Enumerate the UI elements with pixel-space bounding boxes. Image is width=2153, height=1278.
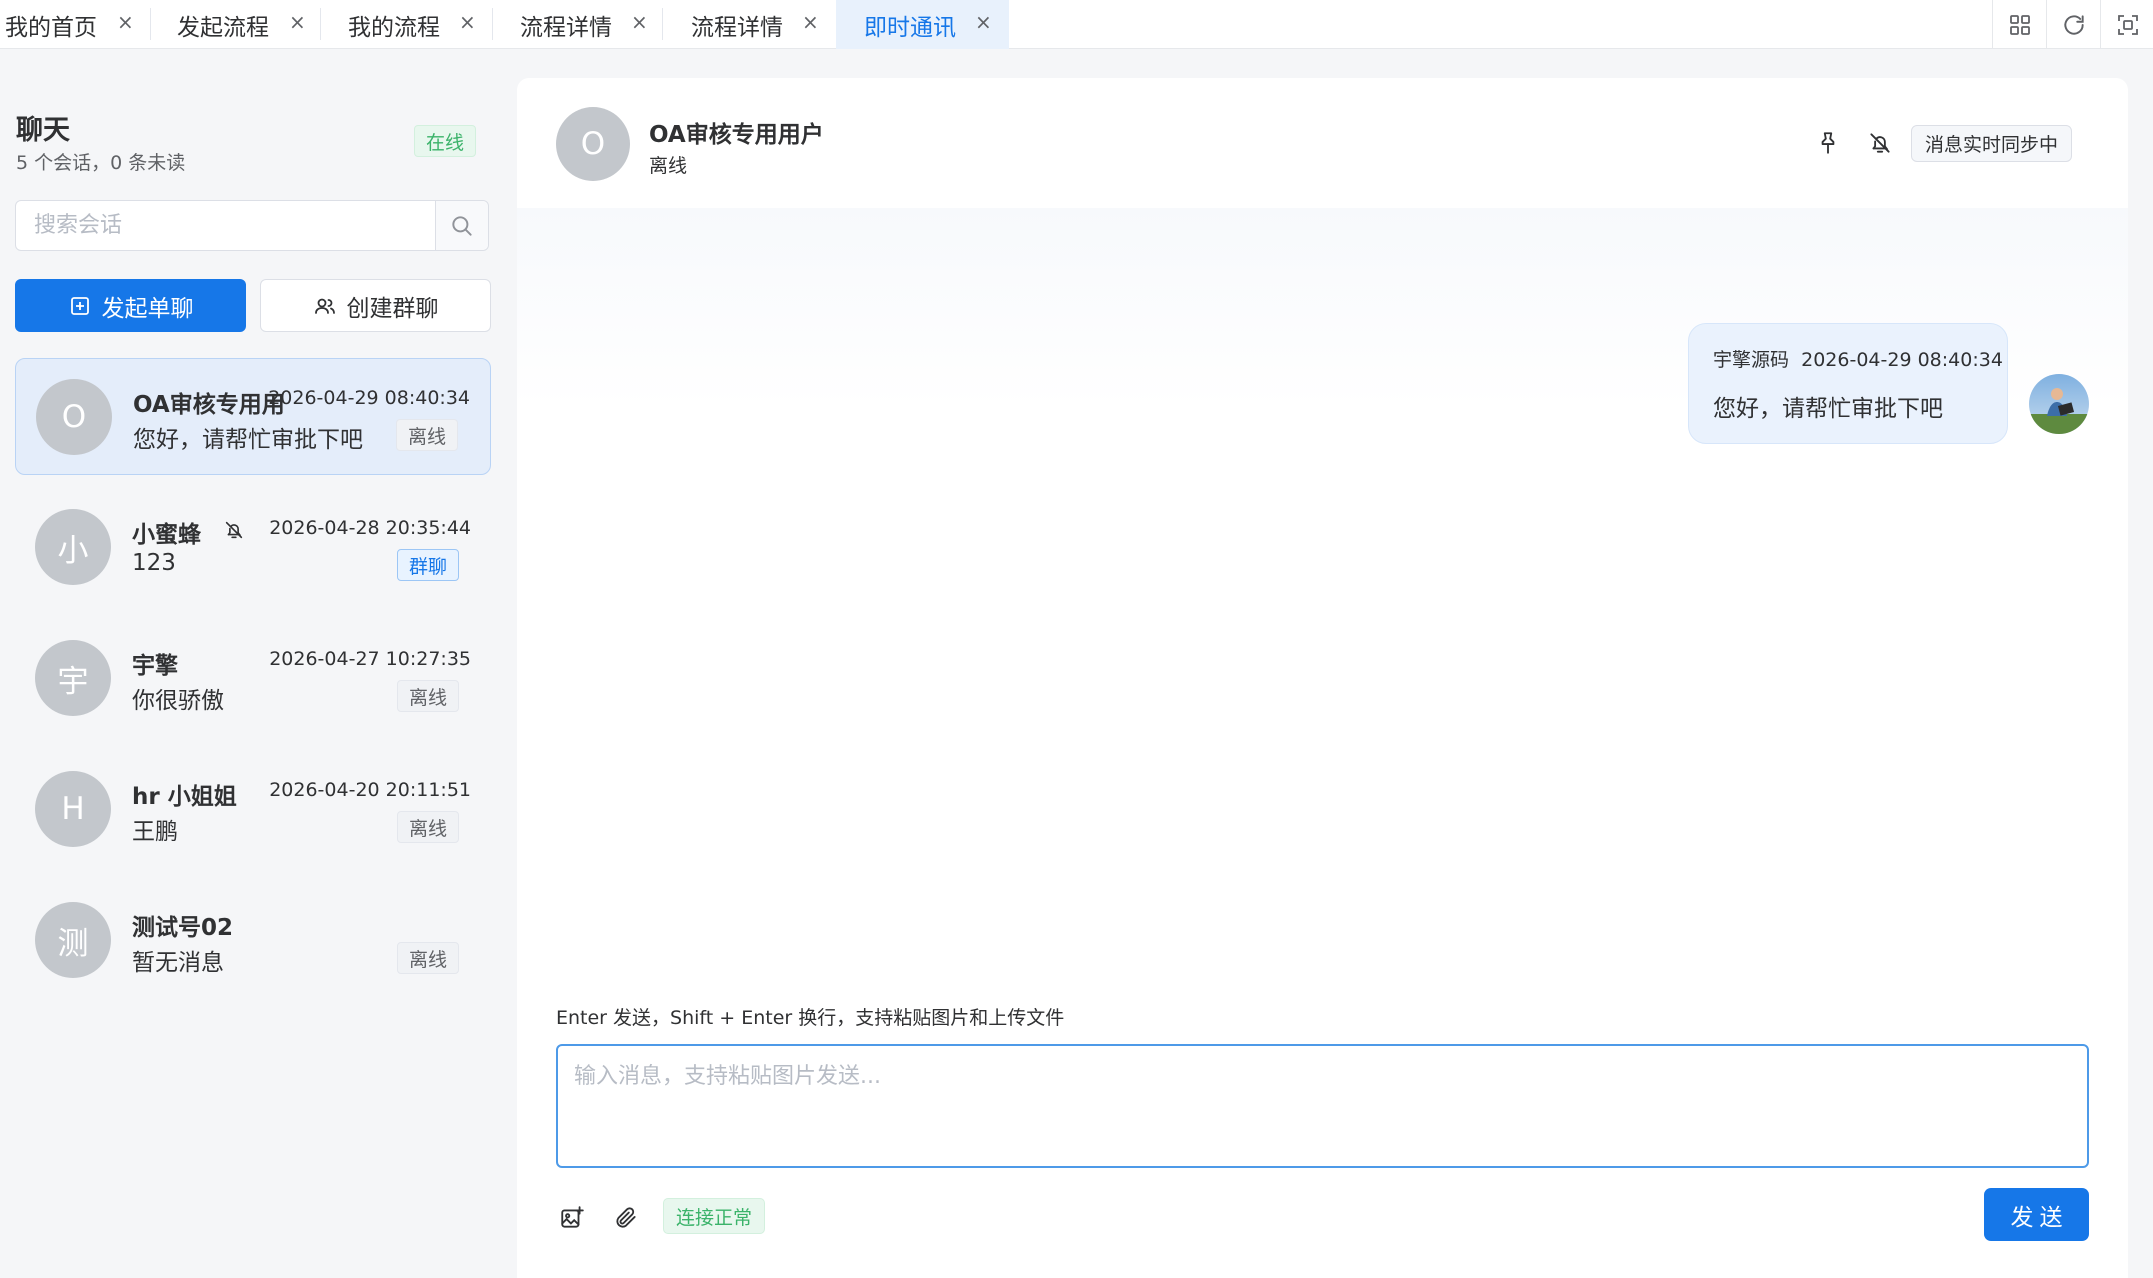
status-badge: 离线 xyxy=(396,680,459,712)
message-list[interactable]: 宇擎源码 2026-04-29 08:40:34 您好，请帮忙审批下吧 xyxy=(517,208,2128,1048)
tab-process-detail-1[interactable]: 流程详情 × xyxy=(492,0,662,49)
start-single-chat-label: 发起单聊 xyxy=(101,295,194,322)
image-icon xyxy=(561,1206,584,1228)
message-input[interactable] xyxy=(558,1046,2087,1166)
tab-label: 发起流程 xyxy=(177,14,269,41)
sync-status-badge: 消息实时同步中 xyxy=(1911,125,2073,162)
avatar: O xyxy=(36,379,112,455)
tab-start-process[interactable]: 发起流程 × xyxy=(150,0,320,49)
conversation-time: 2026-04-27 10:27:35 xyxy=(269,648,471,670)
send-button[interactable]: 发送 xyxy=(1984,1188,2089,1241)
tab-label: 流程详情 xyxy=(520,14,612,41)
conversation-time: 2026-04-28 20:35:44 xyxy=(269,517,471,539)
conversation-name: 测试号02 xyxy=(132,915,234,941)
peer-name: OA审核专用用户 xyxy=(649,122,824,148)
create-group-chat-button[interactable]: 创建群聊 xyxy=(260,279,491,332)
refresh-icon[interactable] xyxy=(2046,0,2100,49)
avatar: 宇 xyxy=(35,640,111,716)
conversation-item[interactable]: 宇 宇擎 2026-04-27 10:27:35 你很骄傲 离线 xyxy=(15,620,491,737)
conversation-name: OA审核专用用户 xyxy=(133,392,283,418)
chat-panel: O OA审核专用用户 离线 消息实时同步中 宇擎源码 2026-04-29 08… xyxy=(517,78,2128,1278)
chat-header: O OA审核专用用户 离线 消息实时同步中 xyxy=(517,78,2128,208)
message-time: 2026-04-29 08:40:34 xyxy=(1801,349,2003,371)
tab-label: 我的流程 xyxy=(348,14,440,41)
attach-file-button[interactable] xyxy=(610,1202,642,1234)
peer-status: 离线 xyxy=(649,155,688,177)
grid-icon[interactable] xyxy=(1992,0,2046,49)
status-badge: 离线 xyxy=(396,942,459,974)
conversation-preview: 您好，请帮忙审批下吧 xyxy=(133,427,363,453)
input-hint: Enter 发送，Shift + Enter 换行，支持粘贴图片和上传文件 xyxy=(556,1007,1065,1029)
close-icon[interactable]: × xyxy=(631,10,648,34)
online-status-badge: 在线 xyxy=(414,125,476,157)
search-input[interactable] xyxy=(16,201,436,250)
conversation-preview: 王鹏 xyxy=(132,819,178,845)
search-box xyxy=(15,200,489,251)
add-chat-icon xyxy=(70,296,89,315)
tab-my-process[interactable]: 我的流程 × xyxy=(320,0,492,49)
avatar: H xyxy=(35,771,111,847)
conversation-name: 小蜜蜂 xyxy=(132,522,201,548)
status-badge: 离线 xyxy=(395,419,458,451)
conversation-name: 宇擎 xyxy=(132,653,178,679)
tab-home[interactable]: 我的首页 × xyxy=(0,0,150,49)
bell-off-icon xyxy=(225,521,243,539)
conversation-name: hr 小姐姐 xyxy=(132,784,237,810)
group-badge: 群聊 xyxy=(396,549,459,581)
users-icon xyxy=(314,298,335,314)
conversation-time: 2026-04-29 08:40:34 xyxy=(268,387,470,409)
tab-process-detail-2[interactable]: 流程详情 × xyxy=(662,0,834,49)
close-icon[interactable]: × xyxy=(975,10,992,34)
message-sender: 宇擎源码 xyxy=(1713,349,1790,371)
tab-instant-messaging[interactable]: 即时通讯 × xyxy=(836,0,1009,49)
avatar xyxy=(2029,374,2089,434)
close-icon[interactable]: × xyxy=(117,10,134,34)
chat-sidebar: 聊天 5 个会话，0 条未读 在线 发起单聊 创建群聊 O OA审核专用用户 2… xyxy=(0,50,516,1278)
connection-status-badge: 连接正常 xyxy=(663,1198,766,1234)
paperclip-icon xyxy=(616,1207,636,1228)
peer-avatar: O xyxy=(556,107,630,181)
close-icon[interactable]: × xyxy=(802,10,819,34)
conversation-item[interactable]: 测 测试号02 暂无消息 离线 xyxy=(15,882,491,999)
sidebar-title: 聊天 xyxy=(16,115,70,146)
conversation-time: 2026-04-20 20:11:51 xyxy=(269,779,471,801)
search-icon xyxy=(452,215,472,236)
tab-label: 我的首页 xyxy=(5,14,97,41)
pin-icon[interactable] xyxy=(1815,130,1841,160)
conversation-preview: 你很骄傲 xyxy=(132,688,224,714)
conversation-item[interactable]: 小 小蜜蜂 2026-04-28 20:35:44 123 群聊 xyxy=(15,489,491,606)
message-text: 您好，请帮忙审批下吧 xyxy=(1713,396,1943,422)
tab-bar: 我的首页 × 发起流程 × 我的流程 × 流程详情 × 流程详情 × 即时通讯 … xyxy=(0,0,2153,49)
conversation-item[interactable]: H hr 小姐姐 2026-04-20 20:11:51 王鹏 离线 xyxy=(15,751,491,868)
avatar: 小 xyxy=(35,509,111,585)
message-bubble: 宇擎源码 2026-04-29 08:40:34 您好，请帮忙审批下吧 xyxy=(1688,323,2008,444)
message-input-box xyxy=(556,1044,2089,1168)
close-icon[interactable]: × xyxy=(459,10,476,34)
fullscreen-icon[interactable] xyxy=(2100,0,2153,49)
message-meta: 宇擎源码 2026-04-29 08:40:34 xyxy=(1713,345,2003,372)
avatar: 测 xyxy=(35,902,111,978)
start-single-chat-button[interactable]: 发起单聊 xyxy=(15,279,246,332)
create-group-chat-label: 创建群聊 xyxy=(346,295,439,322)
bell-off-icon[interactable] xyxy=(1867,130,1893,160)
search-button[interactable] xyxy=(435,201,488,250)
close-icon[interactable]: × xyxy=(289,10,306,34)
status-badge: 离线 xyxy=(396,811,459,843)
conversation-summary: 5 个会话，0 条未读 xyxy=(16,152,186,174)
tab-label: 即时通讯 xyxy=(864,14,956,41)
tab-label: 流程详情 xyxy=(691,14,783,41)
conversation-item[interactable]: O OA审核专用用户 2026-04-29 08:40:34 您好，请帮忙审批下… xyxy=(15,358,491,475)
conversation-preview: 123 xyxy=(132,550,176,576)
image-upload-button[interactable] xyxy=(556,1202,588,1234)
conversation-preview: 暂无消息 xyxy=(132,950,224,976)
